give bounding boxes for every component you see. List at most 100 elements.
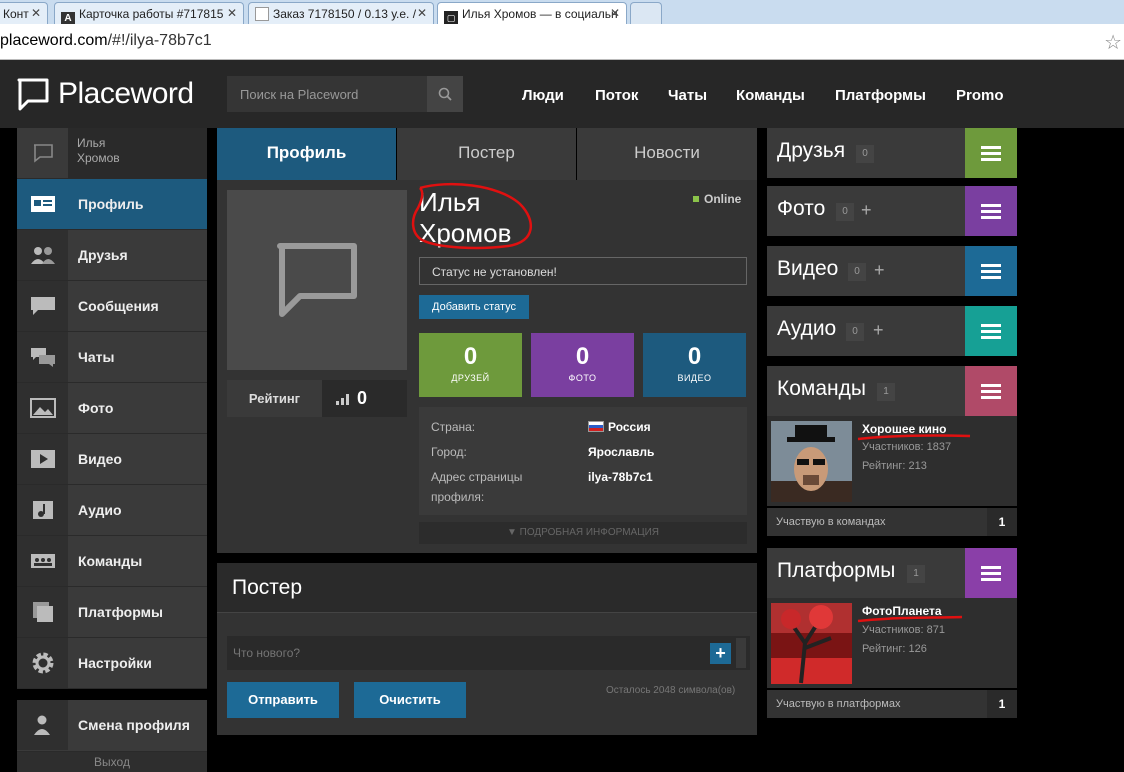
platform-rating: Рейтинг: 126 (862, 643, 927, 655)
logo[interactable]: Placeword (16, 76, 194, 112)
close-tab-icon[interactable]: ✕ (227, 6, 237, 20)
search-button[interactable] (427, 76, 463, 112)
audio-panel-header[interactable]: Аудио 0 + (767, 306, 1017, 356)
avatar (17, 128, 68, 178)
sidebar-item-settings[interactable]: Настройки (17, 638, 207, 689)
attach-plus-button[interactable]: + (710, 643, 731, 664)
speech-bubble-icon (33, 144, 53, 163)
new-tab-button[interactable] (630, 2, 662, 24)
platforms-footer[interactable]: Участвую в платформах 1 (767, 690, 1017, 718)
add-video-plus-icon[interactable]: + (874, 260, 885, 281)
tab-profile[interactable]: Профиль (217, 128, 396, 180)
tab-news[interactable]: Новости (577, 128, 757, 180)
photo-icon (17, 383, 68, 433)
audio-menu-icon[interactable] (965, 306, 1017, 356)
nav-promo[interactable]: Promo (956, 87, 1004, 104)
nav-people[interactable]: Люди (522, 87, 564, 104)
platform-members: Участников: 871 (862, 624, 945, 636)
logout-link[interactable]: Выход (17, 752, 207, 772)
add-status-button[interactable]: Добавить статус (419, 295, 529, 319)
sidebar-item-video[interactable]: Видео (17, 434, 207, 485)
profile-card-icon (17, 179, 68, 229)
friends-menu-icon[interactable] (965, 128, 1017, 178)
switch-user-icon (17, 700, 68, 750)
platform-avatar[interactable] (771, 603, 852, 684)
browser-tab[interactable]: Конт ✕ (0, 2, 48, 24)
teams-panel-header[interactable]: Команды 1 (767, 366, 1017, 416)
video-menu-icon[interactable] (965, 246, 1017, 296)
platforms-menu-icon[interactable] (965, 548, 1017, 598)
tab-poster[interactable]: Постер (397, 128, 576, 180)
sidebar-item-audio[interactable]: Аудио (17, 485, 207, 536)
sidebar-item-messages[interactable]: Сообщения (17, 281, 207, 332)
sidebar-item-teams[interactable]: Команды (17, 536, 207, 587)
platforms-icon (17, 587, 68, 637)
russia-flag-icon (588, 421, 604, 432)
address-bar[interactable]: placeword.com/#!/ilya-78b7c1 ☆ (0, 24, 1124, 60)
browser-tab[interactable]: Заказ 7178150 / 0.13 у.е. / ✕ (248, 2, 434, 24)
stat-video[interactable]: 0 ВИДЕО (643, 333, 746, 397)
triangle-down-icon: ▼ (506, 527, 520, 538)
red-tree-image (771, 603, 852, 684)
nav-platforms[interactable]: Платформы (835, 87, 926, 104)
photo-panel-header[interactable]: Фото 0 + (767, 186, 1017, 236)
chars-remaining: Осталось 2048 символа(ов) (606, 685, 736, 696)
close-tab-icon[interactable]: ✕ (610, 6, 620, 20)
gear-icon (17, 638, 68, 688)
nav-chats[interactable]: Чаты (668, 87, 707, 104)
sidebar-switch-profile[interactable]: Смена профиля (17, 700, 207, 752)
close-tab-icon[interactable]: ✕ (417, 6, 427, 20)
photo-menu-icon[interactable] (965, 186, 1017, 236)
a-favicon-icon: A (61, 12, 75, 24)
bookmark-star-icon[interactable]: ☆ (1104, 30, 1122, 55)
platforms-panel-header[interactable]: Платформы 1 (767, 548, 1017, 598)
teams-icon (17, 536, 68, 586)
photo-count: 0 (836, 203, 854, 221)
add-photo-plus-icon[interactable]: + (861, 200, 872, 221)
team-avatar[interactable] (771, 421, 852, 502)
team-rating: Рейтинг: 213 (862, 460, 927, 472)
red-underline-annotation (857, 615, 963, 623)
url-text[interactable]: placeword.com/#!/ilya-78b7c1 (0, 32, 212, 50)
stat-photo[interactable]: 0 ФОТО (531, 333, 634, 397)
poster-input[interactable] (227, 636, 702, 670)
profile-avatar[interactable] (227, 190, 407, 370)
close-tab-icon[interactable]: ✕ (31, 6, 41, 20)
send-button[interactable]: Отправить (227, 682, 339, 718)
speech-bubble-icon (277, 243, 357, 317)
browser-tab[interactable]: A Карточка работы #717815 ✕ (54, 2, 244, 24)
poster-scrollbar[interactable] (736, 638, 746, 668)
nav-teams[interactable]: Команды (736, 87, 805, 104)
country-value: Россия (608, 420, 651, 434)
sidebar-item-profile[interactable]: Профиль (17, 179, 207, 230)
add-audio-plus-icon[interactable]: + (873, 320, 884, 341)
search-icon (438, 87, 452, 101)
poster-header: Постер (217, 563, 757, 613)
city-value: Ярославль (588, 445, 655, 459)
teams-menu-icon[interactable] (965, 366, 1017, 416)
browser-tab-active[interactable]: ▢ Илья Хромов — в социальн ✕ (437, 2, 627, 24)
sidebar-user-name: Илья Хромов (77, 136, 120, 165)
more-info-toggle[interactable]: ▼ ПОДРОБНАЯ ИНФОРМАЦИЯ (419, 522, 747, 544)
sidebar-item-chats[interactable]: Чаты (17, 332, 207, 383)
browser-tabbar: Конт ✕ A Карточка работы #717815 ✕ Заказ 71… (0, 0, 1124, 24)
stat-friends[interactable]: 0 ДРУЗЕЙ (419, 333, 522, 397)
sidebar-user[interactable]: Илья Хромов (17, 128, 207, 179)
sidebar-item-photo[interactable]: Фото (17, 383, 207, 434)
friends-count: 0 (856, 145, 874, 163)
man-in-hat-image (771, 421, 852, 502)
nav-stream[interactable]: Поток (595, 87, 638, 104)
video-panel-header[interactable]: Видео 0 + (767, 246, 1017, 296)
teams-count: 1 (877, 383, 895, 401)
clear-button[interactable]: Очистить (354, 682, 466, 718)
search-input[interactable] (227, 76, 427, 112)
status-field[interactable]: Статус не установлен! (419, 257, 747, 285)
friends-panel-header[interactable]: Друзья 0 (767, 128, 1017, 178)
rating-value: 0 (357, 388, 368, 408)
sidebar-item-platforms[interactable]: Платформы (17, 587, 207, 638)
sidebar-item-friends[interactable]: Друзья (17, 230, 207, 281)
video-icon (17, 434, 68, 484)
teams-footer[interactable]: Участвую в командах 1 (767, 508, 1017, 536)
red-underline-annotation (857, 434, 971, 441)
friends-icon (17, 230, 68, 280)
